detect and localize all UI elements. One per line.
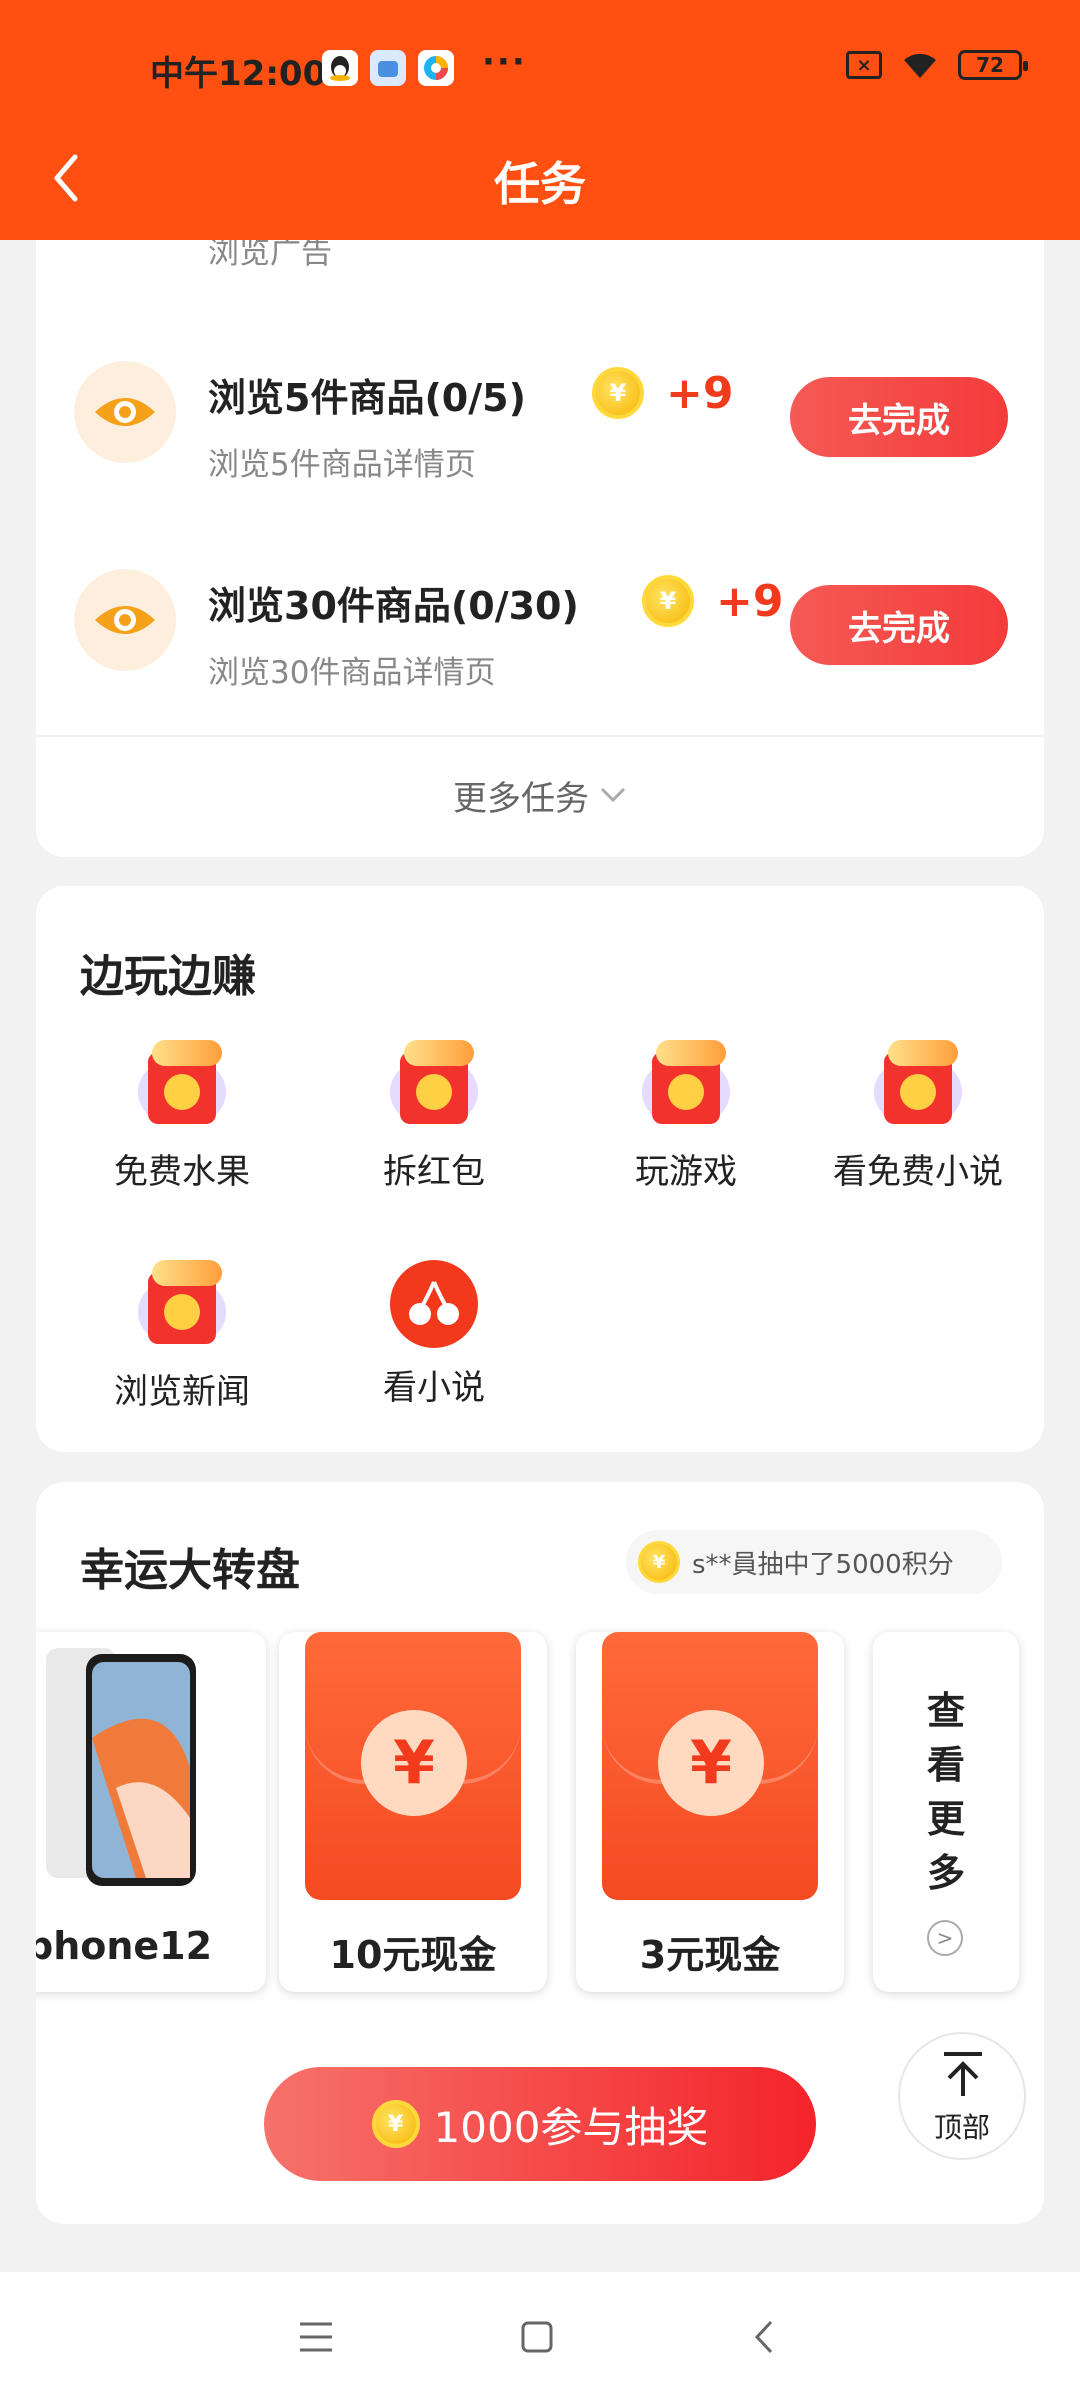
task-complete-button[interactable]: 去完成 xyxy=(790,585,1008,665)
grid-item-free-novels[interactable]: 看免费小说 xyxy=(792,1036,1044,1193)
wifi-icon xyxy=(904,53,936,78)
app-header: 中午12:00 ··· × 72 任务 xyxy=(0,0,1080,240)
task-reward: ¥ +9 xyxy=(592,367,733,419)
browser-icon xyxy=(418,50,454,86)
more-tasks-button[interactable]: 更多任务 xyxy=(36,735,1044,853)
notification-icons xyxy=(322,50,454,86)
nav-bar: 任务 xyxy=(0,130,1080,240)
play-earn-card: 边玩边赚 免费水果 拆红包 玩游戏 看免费小说 浏览新闻 看小说 xyxy=(36,886,1044,1452)
task-row: 浏览5件商品(0/5) ¥ +9 浏览5件商品详情页 去完成 xyxy=(36,317,1044,517)
chevron-down-icon xyxy=(600,787,626,803)
app-root: 中午12:00 ··· × 72 任务 浏览广告 浏览5件商品(0/5) ¥ +… xyxy=(0,0,1080,2400)
battery-icon: 72 xyxy=(958,50,1028,80)
red-envelope-icon xyxy=(638,1036,734,1132)
home-icon[interactable] xyxy=(520,2320,554,2354)
grid-item-free-fruit[interactable]: 免费水果 xyxy=(56,1036,308,1193)
grid-item-label: 拆红包 xyxy=(383,1152,485,1192)
yuan-seal: ¥ xyxy=(658,1710,764,1816)
red-envelope-icon xyxy=(134,1036,230,1132)
chevron-right-icon: > xyxy=(927,1920,963,1956)
grid-item-label: 浏览新闻 xyxy=(114,1372,250,1412)
red-envelope-icon: ¥ xyxy=(602,1632,818,1900)
eye-icon xyxy=(95,606,155,634)
page-title: 任务 xyxy=(494,157,586,211)
section-title: 边玩边赚 xyxy=(80,951,256,1002)
coin-icon: ¥ xyxy=(638,1541,680,1583)
phone-image xyxy=(46,1648,196,1886)
status-bar: 中午12:00 ··· × 72 xyxy=(0,0,1080,140)
coin-icon: ¥ xyxy=(592,367,644,419)
menu-icon[interactable] xyxy=(296,2320,336,2354)
more-tasks-label: 更多任务 xyxy=(453,778,589,819)
more-notifications-icon: ··· xyxy=(482,42,527,82)
task-reward-value: +9 xyxy=(716,575,784,627)
task-title: 浏览5件商品(0/5) xyxy=(208,376,526,420)
red-envelope-icon xyxy=(134,1256,230,1352)
task-subtitle: 浏览5件商品详情页 xyxy=(208,447,476,483)
eye-icon xyxy=(95,398,155,426)
back-to-top-button[interactable]: 顶部 xyxy=(898,2032,1026,2160)
prize-label: 10元现金 xyxy=(329,1933,497,1977)
prize-label: 3元现金 xyxy=(639,1933,781,1977)
grid-item-open-envelope[interactable]: 拆红包 xyxy=(308,1036,560,1193)
grid-item-label: 免费水果 xyxy=(114,1152,250,1192)
red-envelope-icon xyxy=(870,1036,966,1132)
status-time: 中午12:00 xyxy=(150,54,327,94)
prize-card[interactable]: ¥ 10元现金 xyxy=(279,1632,547,1992)
task-title: 浏览30件商品(0/30) xyxy=(208,584,579,628)
arrow-up-to-top-icon xyxy=(944,2052,982,2096)
task-reward: ¥ +9 xyxy=(642,575,783,627)
no-sim-icon: × xyxy=(846,51,882,79)
grid-item-browse-news[interactable]: 浏览新闻 xyxy=(56,1256,308,1413)
task-subtitle: 浏览30件商品详情页 xyxy=(208,655,496,691)
grid-item-play-games[interactable]: 玩游戏 xyxy=(560,1036,812,1193)
task-complete-button[interactable]: 去完成 xyxy=(790,377,1008,457)
prize-label: phone12 xyxy=(36,1924,213,1968)
grid-item-label: 看小说 xyxy=(383,1368,485,1408)
see-more-prizes-button[interactable]: 查看更多 > xyxy=(873,1632,1019,1992)
prize-card[interactable]: phone12 xyxy=(36,1632,266,1992)
yuan-seal: ¥ xyxy=(361,1710,467,1816)
draw-lottery-label: 1000参与抽奖 xyxy=(433,2102,709,2152)
back-to-top-label: 顶部 xyxy=(933,2111,990,2144)
red-envelope-icon xyxy=(386,1036,482,1132)
coin-icon: ¥ xyxy=(371,2100,420,2148)
task-icon xyxy=(74,569,176,671)
task-icon xyxy=(74,361,176,463)
cherry-icon xyxy=(390,1260,478,1348)
draw-lottery-button[interactable]: ¥ 1000参与抽奖 xyxy=(264,2067,816,2181)
status-right: × 72 xyxy=(846,50,1028,80)
task-row: 浏览30件商品(0/30) ¥ +9 浏览30件商品详情页 去完成 xyxy=(36,525,1044,725)
app-store-icon xyxy=(370,50,406,86)
lucky-wheel-card: 幸运大转盘 ¥ s**員抽中了5000积分 phone12 ¥ 10元现金 ¥ … xyxy=(36,1482,1044,2224)
system-nav-bar xyxy=(0,2272,1080,2400)
red-envelope-icon: ¥ xyxy=(305,1632,521,1900)
grid-item-label: 玩游戏 xyxy=(635,1152,737,1192)
prize-card[interactable]: ¥ 3元现金 xyxy=(576,1632,844,1992)
back-icon[interactable] xyxy=(752,2318,776,2356)
coin-icon: ¥ xyxy=(642,575,694,627)
winner-ticker: ¥ s**員抽中了5000积分 xyxy=(626,1530,1002,1594)
section-title: 幸运大转盘 xyxy=(80,1545,300,1596)
winner-text: s**員抽中了5000积分 xyxy=(692,1549,954,1580)
grid-item-read-novels[interactable]: 看小说 xyxy=(308,1256,560,1409)
grid-item-label: 看免费小说 xyxy=(833,1152,1003,1192)
see-more-label: 查看更多 xyxy=(926,1689,965,1895)
task-reward-value: +9 xyxy=(666,367,734,419)
qq-icon xyxy=(322,50,358,86)
